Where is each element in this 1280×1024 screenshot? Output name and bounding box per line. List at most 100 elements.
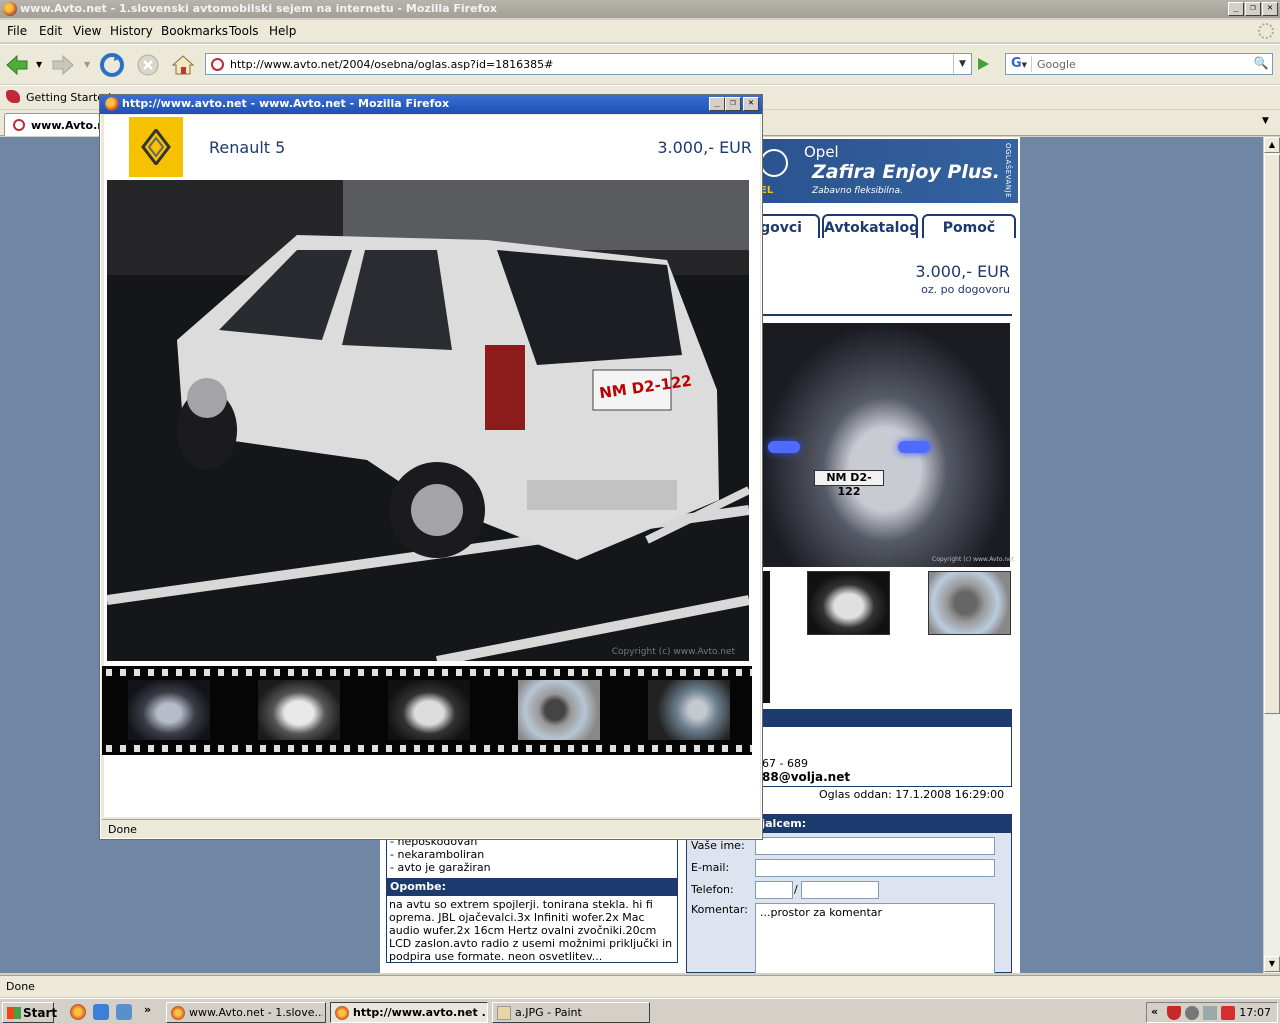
features-box: - nepoškodovan - nekaramboliran - avto j… <box>386 835 678 963</box>
firefox-icon <box>3 2 17 16</box>
forward-history-dropdown-icon[interactable]: ▼ <box>84 60 90 69</box>
reload-icon[interactable] <box>99 52 125 78</box>
popup-car-name: Renault 5 <box>209 138 286 157</box>
search-box[interactable]: G▼ Google 🔍 <box>1005 53 1273 75</box>
seller-email[interactable]: 88@volja.net <box>762 770 850 784</box>
filmstrip-thumbnail[interactable] <box>258 680 340 740</box>
window-title: www.Avto.net - 1.slovenski avtomobilski … <box>20 2 498 15</box>
close-button[interactable]: ✕ <box>1262 2 1278 16</box>
menu-bookmarks[interactable]: Bookmarks <box>161 24 228 38</box>
stop-icon[interactable] <box>135 52 161 78</box>
tray-alert-icon[interactable] <box>1221 1006 1235 1020</box>
search-magnifier-icon[interactable]: 🔍 <box>1252 56 1270 72</box>
tray-app-icon[interactable] <box>1185 1006 1199 1020</box>
url-history-dropdown-icon[interactable]: ▼ <box>953 54 971 74</box>
popup-status-bar: Done <box>102 819 760 839</box>
tray-expand-icon[interactable]: « <box>1151 1005 1158 1018</box>
popup-maximize-button[interactable]: ❐ <box>725 97 741 111</box>
menu-tools[interactable]: Tools <box>229 24 259 38</box>
email-label: E-mail: <box>691 861 730 874</box>
start-button[interactable]: Start <box>2 1002 57 1023</box>
filmstrip-thumbnail[interactable] <box>388 680 470 740</box>
url-bar[interactable]: http://www.avto.net/2004/osebna/oglas.as… <box>205 53 972 75</box>
email-field[interactable] <box>755 859 995 877</box>
back-history-dropdown-icon[interactable]: ▼ <box>36 60 42 69</box>
taskbar-item-label: www.Avto.net - 1.slove... <box>189 1006 323 1019</box>
thumbnail-photo[interactable] <box>928 571 1011 635</box>
site-tab-pomoc[interactable]: Pomoč <box>922 214 1016 238</box>
system-tray: « 17:07 <box>1146 1002 1278 1023</box>
seller-phone: 67 - 689 <box>762 757 808 770</box>
listing-photo-copyright: Copyright (c) www.Avto.net <box>932 556 1015 563</box>
popup-minimize-button[interactable]: _ <box>709 97 725 111</box>
tab-list-chevron-icon[interactable]: ▼ <box>1262 116 1269 126</box>
antivirus-shield-icon[interactable] <box>1167 1006 1181 1020</box>
comment-field[interactable]: ...prostor za komentar <box>755 903 995 973</box>
site-favicon-icon <box>211 58 224 71</box>
phone-number-field[interactable] <box>801 881 879 899</box>
name-label: Vaše ime: <box>691 839 745 852</box>
scroll-down-icon[interactable]: ▼ <box>1264 956 1280 972</box>
popup-photo-copyright: Copyright (c) www.Avto.net <box>611 647 735 657</box>
search-engine-google-icon[interactable]: G▼ <box>1008 56 1032 72</box>
menu-history[interactable]: History <box>110 24 153 38</box>
paint-icon <box>497 1006 511 1020</box>
quicklaunch-overflow-icon[interactable]: » <box>144 1003 151 1016</box>
clock: 17:07 <box>1239 1006 1271 1019</box>
ie-quicklaunch-icon[interactable] <box>93 1004 109 1020</box>
status-text: Done <box>6 980 35 993</box>
firefox-quicklaunch-icon[interactable] <box>70 1004 86 1020</box>
taskbar-item-paint[interactable]: a.JPG - Paint <box>492 1002 650 1023</box>
menu-bar: File Edit View History Bookmarks Tools H… <box>0 20 1280 42</box>
vertical-scrollbar[interactable]: ▲ ▼ <box>1263 137 1280 973</box>
home-icon[interactable] <box>170 52 196 78</box>
name-field[interactable] <box>755 837 995 855</box>
scroll-up-icon[interactable]: ▲ <box>1264 137 1280 153</box>
banner-model: Zafira Enjoy Plus. <box>812 161 1000 183</box>
tab-avto[interactable]: www.Avto.ne <box>4 113 113 136</box>
firefox-icon <box>335 1006 349 1020</box>
filmstrip-thumbnail[interactable] <box>128 680 210 740</box>
minimize-button[interactable]: _ <box>1228 2 1244 16</box>
url-text[interactable]: http://www.avto.net/2004/osebna/oglas.as… <box>230 58 553 71</box>
go-arrow-icon[interactable] <box>975 56 991 72</box>
divider <box>760 314 1012 316</box>
firefox-icon <box>171 1006 185 1020</box>
popup-title: http://www.avto.net - www.Avto.net - Moz… <box>122 97 450 110</box>
banner-brand: Opel <box>804 143 839 161</box>
menu-edit[interactable]: Edit <box>39 24 62 38</box>
network-icon[interactable] <box>1203 1006 1217 1020</box>
taskbar-item-avto-popup[interactable]: http://www.avto.net ... <box>330 1002 488 1023</box>
popup-close-button[interactable]: ✕ <box>743 97 759 111</box>
popup-content: Renault 5 3.000,- EUR NM D2-122 Copyrigh… <box>102 115 760 817</box>
taskbar-item-label: http://www.avto.net ... <box>353 1006 485 1019</box>
listing-price-note: oz. po dogovoru <box>921 283 1010 296</box>
menu-file[interactable]: File <box>7 24 27 38</box>
forward-arrow-icon[interactable] <box>50 52 76 78</box>
phone-prefix-field[interactable] <box>755 881 793 899</box>
filmstrip-thumbnail[interactable] <box>648 680 730 740</box>
car-main-photo[interactable]: NM D2-122 Copyright (c) www.Avto.net <box>107 180 749 661</box>
search-input[interactable]: Google <box>1037 58 1076 71</box>
popup-window: http://www.avto.net - www.Avto.net - Moz… <box>99 94 763 840</box>
show-desktop-icon[interactable] <box>116 1004 132 1020</box>
bookmark-getting-started[interactable]: Getting Started <box>6 90 111 104</box>
photo-filmstrip <box>102 666 752 755</box>
taskbar: Start » www.Avto.net - 1.slove... http:/… <box>0 998 1280 1024</box>
site-tab-avtokatalog[interactable]: Avtokatalog <box>822 214 919 238</box>
scrollbar-thumb[interactable] <box>1264 154 1280 714</box>
popup-title-bar[interactable]: http://www.avto.net - www.Avto.net - Moz… <box>100 95 762 114</box>
listing-date: Oglas oddan: 17.1.2008 16:29:00 <box>819 788 1005 801</box>
bookmark-icon <box>6 90 20 103</box>
back-arrow-icon[interactable] <box>4 52 30 78</box>
window-title-bar[interactable]: www.Avto.net - 1.slovenski avtomobilski … <box>0 0 1280 18</box>
banner-tagline: Zabavno fleksibilna. <box>812 186 903 196</box>
maximize-button[interactable]: ❐ <box>1245 2 1261 16</box>
thumbnail-photo[interactable] <box>807 571 890 635</box>
menu-help[interactable]: Help <box>269 24 296 38</box>
menu-view[interactable]: View <box>73 24 101 38</box>
taskbar-item-avto-main[interactable]: www.Avto.net - 1.slove... <box>166 1002 326 1023</box>
filmstrip-thumbnail[interactable] <box>518 680 600 740</box>
comment-placeholder: ...prostor za komentar <box>760 906 883 919</box>
headlight-left <box>768 441 800 453</box>
